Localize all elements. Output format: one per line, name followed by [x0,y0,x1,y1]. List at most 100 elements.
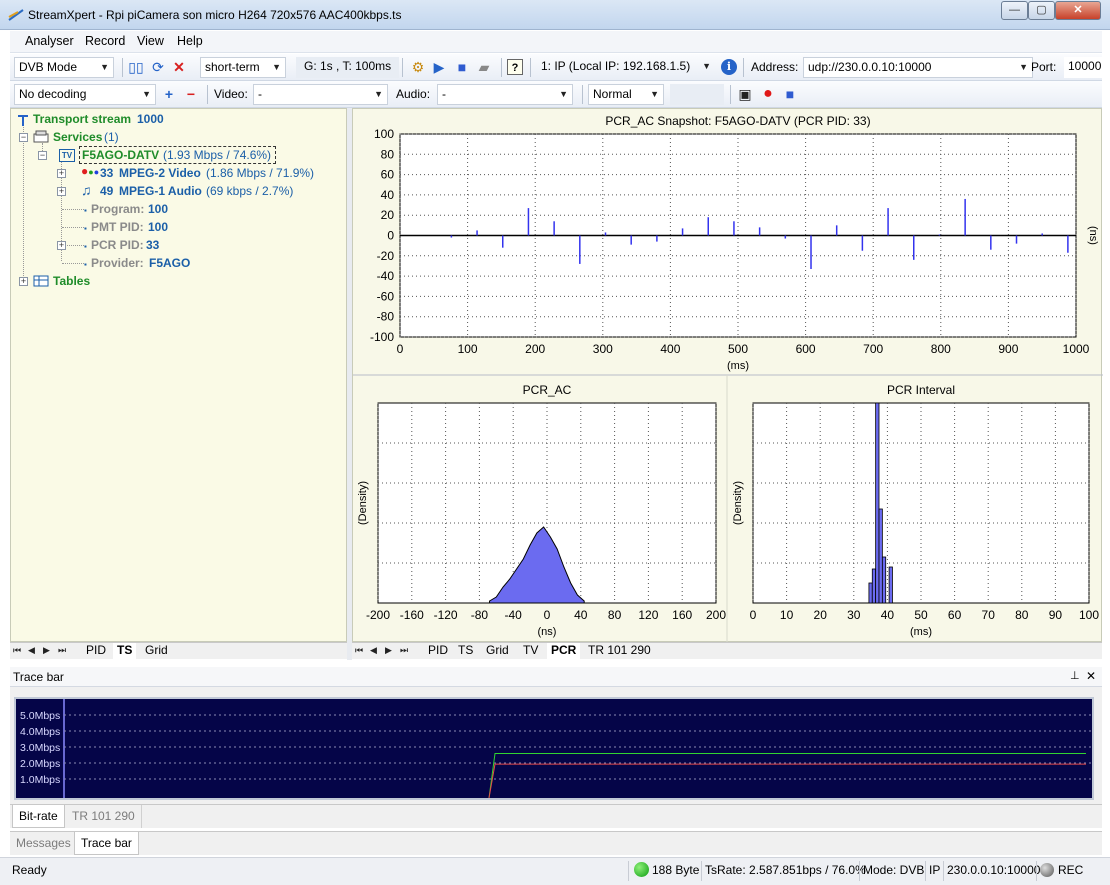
stop-record-icon[interactable]: ■ [782,86,798,102]
trace-y-label: 2.0Mbps [20,758,60,770]
expand-icon[interactable]: + [57,241,66,250]
expand-icon[interactable]: + [57,187,66,196]
tab-pcr[interactable]: PCR [547,643,581,659]
video-select-value: - [258,87,262,101]
bottom-tab-strip: Messages Trace bar [10,831,1102,855]
service-node[interactable]: F5AGO-DATV (1.93 Mbps / 74.6%) [79,146,276,164]
mode-select[interactable]: DVB Mode ▼ [14,57,114,78]
snapshot-x-tick-label: 100 [458,342,478,356]
tab-ts[interactable]: TS [113,643,137,659]
audio-select-value: - [442,87,446,101]
audio-select[interactable]: - ▼ [437,84,573,105]
address-label: Address: [751,60,799,74]
tab-grid[interactable]: Grid [141,643,172,659]
separator [925,861,926,881]
stop-x-icon[interactable]: ✕ [171,59,187,75]
divider [10,828,1102,830]
program-value: 100 [148,202,169,216]
minimize-button[interactable]: — [1001,1,1028,20]
left-tab-strip: ⏮ ◀ ▶ ⏭ PID TS Grid [10,642,347,659]
open-network-icon[interactable]: ⚙ [410,59,426,75]
video-select[interactable]: - ▼ [253,84,388,105]
trace-service-rate-line [488,763,1086,799]
collapse-icon[interactable]: − [38,151,47,160]
next-tab-icon[interactable]: ▶ [385,645,392,656]
pcr-value: 33 [146,238,160,252]
pause-icon[interactable]: ▯▯ [128,59,144,75]
video-stream-node[interactable]: MPEG-2 Video [119,166,201,180]
prev-tab-icon[interactable]: ◀ [370,645,377,656]
transport-stream-node[interactable]: Transport stream [33,112,131,126]
menu-help[interactable]: Help [177,34,203,48]
separator [207,85,208,104]
menu-view[interactable]: View [137,34,164,48]
tab-grid[interactable]: Grid [482,643,513,659]
tab-bit-rate[interactable]: Bit-rate [12,805,65,828]
first-tab-icon[interactable]: ⏮ [13,645,21,656]
title-bar: StreamXpert - Rpi piCamera son micro H26… [0,0,1110,30]
services-node[interactable]: Services [53,130,102,144]
first-tab-icon[interactable]: ⏮ [355,645,363,656]
status-address: 230.0.0.10:10000 [947,863,1041,877]
stop-icon[interactable]: ■ [454,59,470,75]
pcr-interval-x-tick-label: 90 [1049,608,1063,622]
last-tab-icon[interactable]: ⏭ [400,645,408,656]
save-icon[interactable]: ▣ [737,86,753,102]
last-tab-icon[interactable]: ⏭ [58,645,66,656]
tab-tv[interactable]: TV [519,643,542,659]
bullet-icon: ▪ [84,206,87,215]
status-bar: Ready 188 Byte TsRate: 2.587.851bps / 76… [0,857,1110,885]
chevron-down-icon: ▼ [650,89,659,99]
pcr-ac-title: PCR_AC [523,383,572,397]
audio-stream-node[interactable]: MPEG-1 Audio [119,184,202,198]
term-select-value: short-term [205,60,260,74]
tables-node[interactable]: Tables [53,274,90,288]
collapse-icon[interactable]: − [19,133,28,142]
port-input[interactable]: 10000 [1064,57,1102,78]
tab-ts[interactable]: TS [454,643,477,659]
close-icon[interactable]: ✕ [1086,669,1096,683]
pcr-interval-x-tick-label: 30 [847,608,861,622]
interface-select[interactable]: 1: IP (Local IP: 192.168.1.5) ▼ [537,57,715,78]
pin-icon[interactable]: ⊥ [1070,669,1080,682]
tab-tr101290[interactable]: TR 101 290 [584,643,655,659]
tab-pid[interactable]: PID [424,643,452,659]
record-icon[interactable]: ● [760,86,776,102]
snapshot-x-tick-label: 200 [525,342,545,356]
tab-trace-bar[interactable]: Trace bar [74,832,139,855]
expand-icon[interactable]: + [19,277,28,286]
menu-analyser[interactable]: Analyser [25,34,74,48]
provider-value: F5AGO [149,256,191,270]
remove-icon[interactable]: − [183,86,199,102]
term-select[interactable]: short-term ▼ [200,57,286,78]
decoding-select[interactable]: No decoding ▼ [14,84,156,105]
folder-icon[interactable]: ▰ [476,59,492,75]
info-icon[interactable]: i [721,59,737,75]
provider-label: Provider: [91,256,144,270]
antenna-icon [18,115,28,126]
prev-tab-icon[interactable]: ◀ [28,645,35,656]
refresh-icon[interactable]: ⟳ [150,59,166,75]
close-button[interactable]: ✕ [1055,1,1101,20]
pcr-ac-x-tick-label: -80 [471,608,489,622]
expand-icon[interactable]: + [57,169,66,178]
stream-tree: Transport stream 1000 − Services (1) − T… [10,108,347,642]
tab-tr101290-trace[interactable]: TR 101 290 [66,805,142,828]
pcr-interval-bar [871,568,877,604]
rec-led-icon [1040,863,1054,877]
maximize-button[interactable]: ▢ [1028,1,1055,20]
help-icon[interactable]: ? [507,59,523,75]
tab-pid[interactable]: PID [82,643,110,659]
play-icon[interactable]: ▶ [431,59,447,75]
priority-select[interactable]: Normal ▼ [588,84,664,105]
address-input[interactable]: udp://230.0.0.10:10000 ▼ [803,57,1033,78]
menu-record[interactable]: Record [85,34,125,48]
add-icon[interactable]: + [161,86,177,102]
snapshot-y-tick-label: 60 [381,168,395,182]
next-tab-icon[interactable]: ▶ [43,645,50,656]
chevron-down-icon: ▼ [1019,62,1028,72]
status-led-icon [634,862,649,877]
tab-messages[interactable]: Messages [10,832,78,855]
separator [582,85,583,104]
audio-label: Audio: [396,87,431,101]
